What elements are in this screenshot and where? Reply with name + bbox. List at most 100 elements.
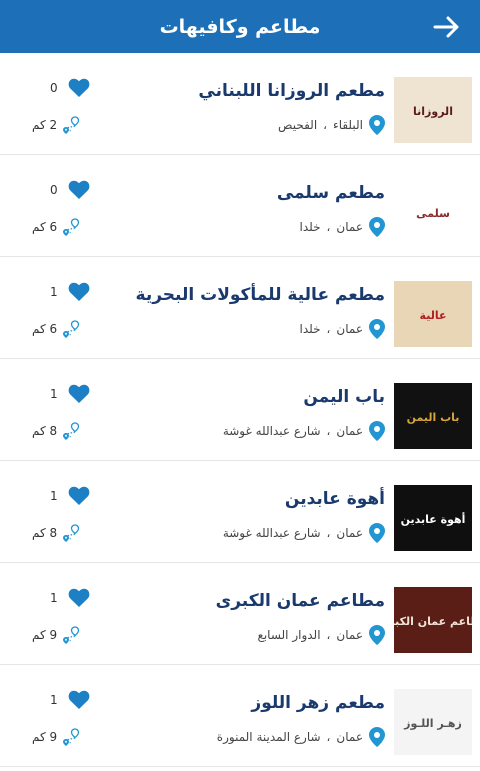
restaurant-name: أهوة عابدين [284,489,385,509]
address-separator: ، [323,118,328,132]
location-pin-icon [369,523,385,543]
restaurant-address: عمان ، خلدا [300,217,385,237]
restaurant-logo: زهـر اللـوز [394,689,472,755]
heart-icon[interactable] [68,588,90,608]
address-area: شارع المدينة المنورة [216,730,321,744]
distance-value: 8 كم [32,424,58,438]
restaurant-address: عمان ، خلدا [300,319,385,339]
restaurant-name: مطعم الروزانا اللبناني [198,81,385,101]
like-count: 1 [50,693,58,707]
like-group: 0 [50,78,90,98]
like-group: 1 [50,384,90,404]
logo-image: عالية [394,281,472,347]
restaurant-row[interactable]: مطاعم عمان الكبرى مطاعم عمان الكبرى عمان… [0,563,480,665]
restaurant-list: الروزانا مطعم الروزانا اللبناني البلقاء … [0,53,480,767]
heart-icon[interactable] [68,690,90,710]
like-count: 1 [50,489,58,503]
heart-icon[interactable] [68,486,90,506]
route-pin-icon [63,728,80,746]
logo-image: الروزانا [394,77,472,143]
back-button[interactable] [430,10,464,44]
like-group: 1 [50,486,90,506]
heart-icon[interactable] [68,78,90,98]
distance: 8 كم [32,421,81,441]
restaurant-name: مطعم سلمى [276,183,385,203]
distance: 6 كم [32,319,81,339]
restaurant-name: باب اليمن [303,387,385,407]
address-separator: ، [326,730,331,744]
heart-icon[interactable] [68,384,90,404]
distance-value: 6 كم [32,322,58,336]
distance: 9 كم [32,727,81,747]
heart-icon[interactable] [68,180,90,200]
restaurant-logo: أهوة عابدين [394,485,472,551]
address-area: شارع عبدالله غوشة [222,424,321,438]
restaurant-row[interactable]: الروزانا مطعم الروزانا اللبناني البلقاء … [0,53,480,155]
distance: 6 كم [32,217,81,237]
like-group: 1 [50,588,90,608]
restaurant-address: عمان ، شارع المدينة المنورة [217,727,385,747]
logo-image: سلمى [394,179,472,245]
route-pin-icon [63,320,80,338]
like-count: 0 [50,81,58,95]
address-area: شارع عبدالله غوشة [222,526,321,540]
location-pin-icon [369,421,385,441]
distance-value: 8 كم [32,526,58,540]
route-pin-icon [63,524,80,542]
restaurant-address: عمان ، شارع عبدالله غوشة [223,523,385,543]
restaurant-logo: مطاعم عمان الكبرى [394,587,472,653]
address-area: خلدا [299,220,321,234]
distance-value: 2 كم [32,118,58,132]
like-count: 1 [50,591,58,605]
restaurant-address: البلقاء ، الفحيص [278,115,385,135]
logo-image: زهـر اللـوز [394,689,472,755]
distance: 8 كم [32,523,81,543]
distance: 9 كم [32,625,81,645]
restaurant-row[interactable]: باب اليمن باب اليمن عمان ، شارع عبدالله … [0,359,480,461]
address-separator: ، [326,526,331,540]
route-pin-icon [63,116,80,134]
like-count: 0 [50,183,58,197]
location-pin-icon [369,319,385,339]
restaurant-row[interactable]: زهـر اللـوز مطعم زهر اللوز عمان ، شارع ا… [0,665,480,767]
svg-text:زهـر اللـوز: زهـر اللـوز [403,717,462,730]
svg-text:الروزانا: الروزانا [413,105,453,118]
address-separator: ، [326,322,331,336]
restaurant-logo: الروزانا [394,77,472,143]
svg-text:مطاعم عمان الكبرى: مطاعم عمان الكبرى [394,615,472,628]
restaurant-address: عمان ، شارع عبدالله غوشة [223,421,385,441]
heart-icon[interactable] [68,282,90,302]
app-header: مطاعم وكافيهات [0,0,480,53]
logo-image: باب اليمن [394,383,472,449]
logo-image: مطاعم عمان الكبرى [394,587,472,653]
restaurant-row[interactable]: سلمى مطعم سلمى عمان ، خلدا 0 6 كم [0,155,480,257]
route-pin-icon [63,626,80,644]
location-pin-icon [369,625,385,645]
restaurant-row[interactable]: عالية مطعم عالية للمأكولات البحرية عمان … [0,257,480,359]
address-city: البلقاء [333,118,363,132]
like-count: 1 [50,387,58,401]
distance-value: 9 كم [32,730,58,744]
address-city: عمان [336,730,363,744]
restaurant-row[interactable]: أهوة عابدين أهوة عابدين عمان ، شارع عبدا… [0,461,480,563]
svg-text:باب اليمن: باب اليمن [407,411,460,424]
svg-text:أهوة عابدين: أهوة عابدين [401,512,466,526]
address-area: الفحيص [278,118,318,132]
like-count: 1 [50,285,58,299]
location-pin-icon [369,727,385,747]
like-group: 1 [50,282,90,302]
logo-image: أهوة عابدين [394,485,472,551]
distance: 2 كم [32,115,81,135]
address-city: عمان [336,424,363,438]
address-city: عمان [336,628,363,642]
address-city: عمان [336,526,363,540]
distance-value: 9 كم [32,628,58,642]
distance-value: 6 كم [32,220,58,234]
address-area: الدوار السابع [257,628,321,642]
restaurant-name: مطعم زهر اللوز [251,693,385,713]
like-group: 0 [50,180,90,200]
restaurant-logo: باب اليمن [394,383,472,449]
address-separator: ، [326,220,331,234]
address-city: عمان [336,322,363,336]
route-pin-icon [63,422,80,440]
